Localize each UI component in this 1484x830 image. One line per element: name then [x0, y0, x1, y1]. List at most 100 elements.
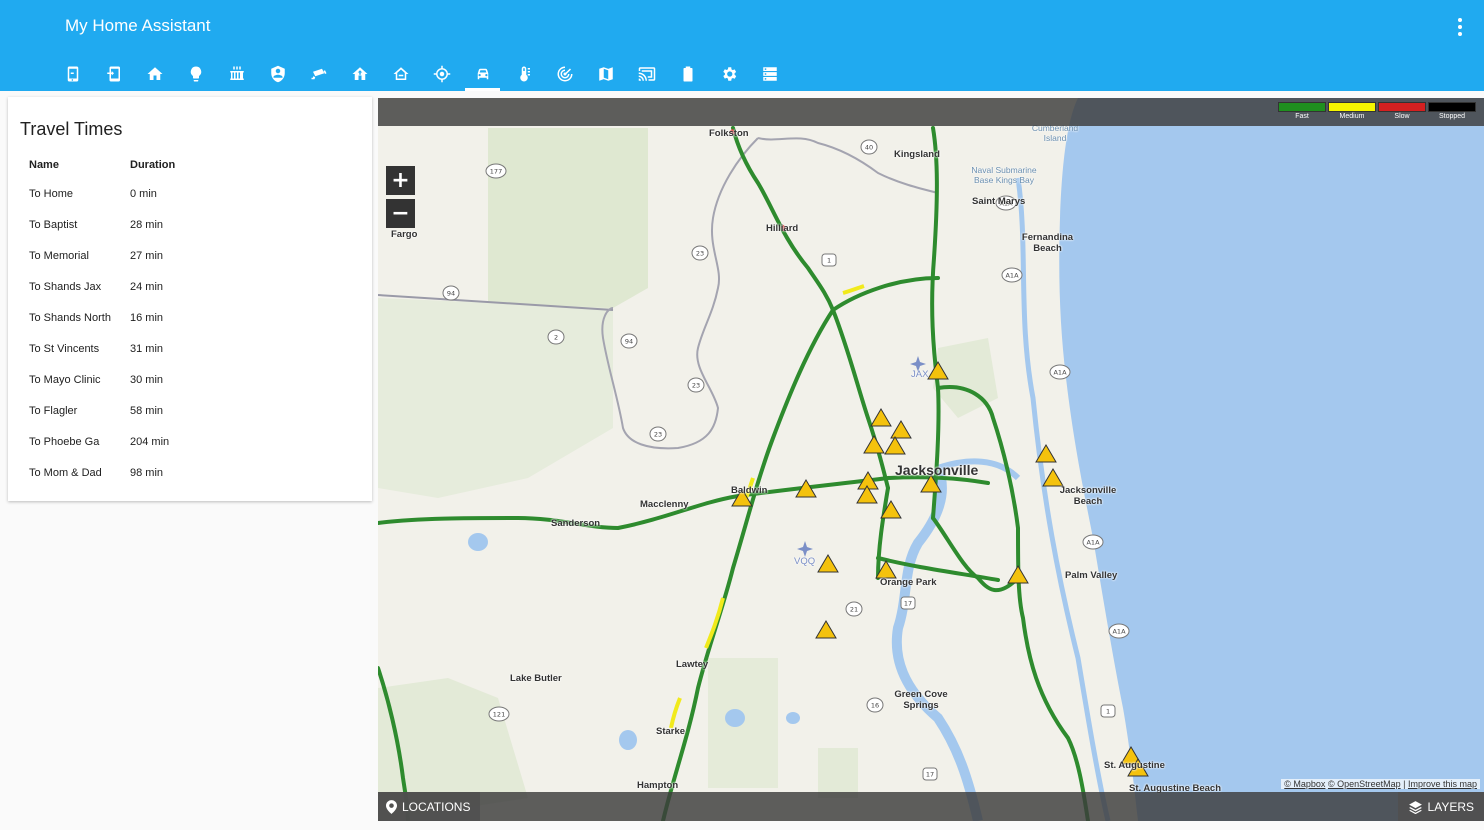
- table-row: To Mayo Clinic 30 min: [22, 364, 182, 395]
- tab-cameras[interactable]: [298, 56, 339, 91]
- column-header-name: Name: [29, 159, 59, 171]
- place-label-starke: Starke: [656, 726, 686, 737]
- tab-security[interactable]: [257, 56, 298, 91]
- travel-times-table: Name Duration To Home 0 min To Baptist 28 …: [22, 152, 182, 488]
- tab-settings[interactable]: [708, 56, 749, 91]
- lake: [619, 730, 637, 750]
- legend-swatch-slow: [1378, 102, 1426, 112]
- shield-label: 94: [447, 290, 455, 298]
- legend-item: Fast: [1278, 102, 1326, 120]
- shield-label: A1A: [1112, 628, 1126, 636]
- radar-icon: [557, 66, 572, 81]
- tab-tablet[interactable]: [52, 56, 93, 91]
- row-name: To Home: [29, 187, 74, 200]
- construction-marker: [863, 435, 885, 454]
- legend-label: Medium: [1339, 113, 1365, 120]
- legend-item: Medium: [1328, 102, 1376, 120]
- tab-travel[interactable]: [462, 56, 503, 91]
- table-row: To Flagler 58 min: [22, 395, 182, 426]
- place-label-saint-marys: Saint Marys: [972, 196, 1026, 207]
- map-canvas[interactable]: 177 40 94 23 2 94 23 23 A1A A1A A1A A1A …: [378, 98, 1484, 821]
- row-duration: 98 min: [130, 466, 164, 479]
- zoom-in-button[interactable]: +: [386, 166, 415, 195]
- place-label-vqq: VQQ: [794, 556, 816, 567]
- place-label-macclenny: Macclenny: [640, 499, 689, 510]
- mapbox-link[interactable]: © Mapbox: [1284, 779, 1325, 789]
- route-shield: A1A: [1049, 364, 1071, 380]
- openstreetmap-link[interactable]: © OpenStreetMap: [1328, 779, 1401, 789]
- column-header-duration: Duration: [130, 159, 176, 171]
- place-label-orange-park: Orange Park: [880, 577, 937, 588]
- improve-map-link[interactable]: Improve this map: [1408, 779, 1477, 789]
- settings-icon: [722, 66, 736, 81]
- row-name: To Memorial: [29, 249, 89, 262]
- forest-area: [488, 128, 648, 308]
- row-duration: 58 min: [130, 404, 164, 417]
- tab-downstairs[interactable]: [380, 56, 421, 91]
- place-label-hilliard: Hilliard: [766, 223, 799, 234]
- tab-upstairs[interactable]: [339, 56, 380, 91]
- tab-system[interactable]: [749, 56, 790, 91]
- row-duration: 28 min: [130, 218, 164, 231]
- zoom-out-button[interactable]: −: [386, 199, 415, 228]
- tab-home[interactable]: [134, 56, 175, 91]
- locations-button[interactable]: LOCATIONS: [378, 792, 481, 821]
- place-label-fernandina: Fernandina Beach: [1021, 232, 1074, 254]
- app-root: My Home Assistant Travel Times Name Dura…: [0, 0, 1484, 830]
- table-row: To Memorial 27 min: [22, 240, 182, 271]
- legend-swatch-fast: [1278, 102, 1326, 112]
- row-name: To St Vincents: [29, 342, 100, 355]
- row-duration: 204 min: [130, 435, 170, 448]
- cast-icon: [638, 66, 655, 81]
- forest-area: [378, 298, 613, 498]
- route-shield: 1: [821, 253, 837, 267]
- table-row: To Mom & Dad 98 min: [22, 457, 182, 488]
- row-name: To Phoebe Ga: [29, 435, 100, 448]
- map-attribution: © Mapbox © OpenStreetMap | Improve this …: [1281, 779, 1480, 789]
- construction-marker: [817, 554, 839, 573]
- place-label-palm-valley: Palm Valley: [1065, 570, 1118, 581]
- tab-lights[interactable]: [175, 56, 216, 91]
- tab-media[interactable]: [626, 56, 667, 91]
- table-row: To Phoebe Ga 204 min: [22, 426, 182, 457]
- place-label-baldwin: Baldwin: [731, 485, 768, 496]
- car-icon: [477, 68, 488, 79]
- route-shield: A1A: [1001, 267, 1023, 283]
- table-row: To Home 0 min: [22, 178, 182, 209]
- cctv-icon: [311, 68, 326, 79]
- dots-vertical-icon[interactable]: [1450, 16, 1470, 38]
- tab-location[interactable]: [421, 56, 462, 91]
- table-header-row: Name Duration: [22, 152, 182, 178]
- shield-label: 40: [865, 144, 873, 152]
- tab-map[interactable]: [585, 56, 626, 91]
- card-title: Travel Times: [20, 119, 123, 139]
- tab-climate[interactable]: [216, 56, 257, 91]
- table-row: To Shands North 16 min: [22, 302, 182, 333]
- route-shield: 1: [1100, 704, 1116, 718]
- traffic-map[interactable]: 177 40 94 23 2 94 23 23 A1A A1A A1A A1A …: [378, 98, 1484, 821]
- table-row: To Baptist 28 min: [22, 209, 182, 240]
- row-name: To Mayo Clinic: [29, 373, 101, 386]
- route-shield: 17: [900, 596, 916, 610]
- legend-label: Fast: [1295, 113, 1309, 120]
- place-label-st-augustine: St. Augustine: [1104, 760, 1165, 771]
- place-label-green-cove: Green Cove Springs: [894, 689, 948, 711]
- tab-tablet-exit[interactable]: [93, 56, 134, 91]
- place-label-cumberland: Cumberland Island: [1031, 123, 1079, 143]
- layers-button[interactable]: LAYERS: [1397, 792, 1484, 821]
- travel-times-card: Travel Times Name Duration To Home 0 min …: [8, 97, 372, 501]
- shield-label: A1A: [1086, 539, 1100, 547]
- shield-label: 1: [1106, 708, 1110, 716]
- map-icon: [598, 66, 613, 81]
- row-duration: 27 min: [130, 249, 164, 262]
- tab-sensors[interactable]: [503, 56, 544, 91]
- legend-label: Slow: [1394, 113, 1410, 120]
- tab-network[interactable]: [544, 56, 585, 91]
- shield-label: 1: [827, 257, 831, 265]
- tab-battery[interactable]: [667, 56, 708, 91]
- shield-label: 2: [554, 334, 558, 342]
- place-label-jacksonville: Jacksonville: [895, 462, 979, 478]
- legend-swatch-medium: [1328, 102, 1376, 112]
- table-row: To St Vincents 31 min: [22, 333, 182, 364]
- construction-marker: [1007, 565, 1029, 584]
